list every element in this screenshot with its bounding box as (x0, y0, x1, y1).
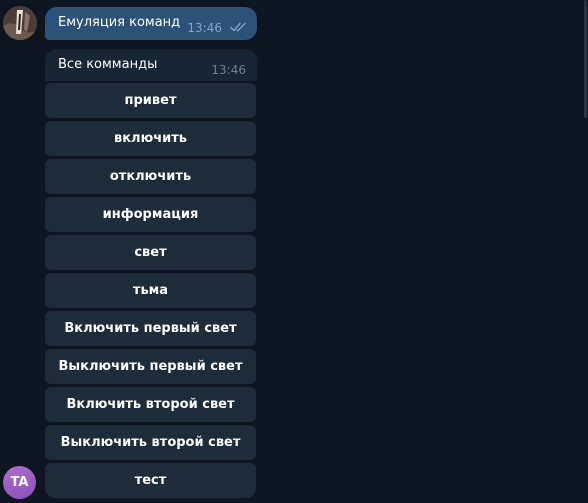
keyboard-button-vyklyuchit-perviy-svet[interactable]: Выключить первый свет (45, 349, 256, 384)
user-avatar[interactable] (3, 6, 37, 40)
keyboard-button-svet[interactable]: свет (45, 235, 256, 270)
keyboard-button-test[interactable]: тест (45, 463, 256, 498)
outgoing-message-text: Емуляция команд (58, 15, 181, 30)
double-check-icon (230, 22, 246, 32)
keyboard-button-vyklyuchit-vtoroy-svet[interactable]: Выключить второй свет (45, 425, 256, 460)
keyboard-button-privet[interactable]: привет (45, 83, 256, 118)
outgoing-message[interactable]: Емуляция команд 13:46 (45, 7, 257, 40)
outgoing-message-time: 13:46 (187, 21, 222, 35)
scrollbar[interactable] (584, 0, 587, 118)
keyboard-button-vklyuchit[interactable]: включить (45, 121, 256, 156)
incoming-message[interactable]: Все комманды 13:46 (45, 49, 257, 81)
keyboard-button-informatsiya[interactable]: информация (45, 197, 256, 232)
bot-avatar-initials: TA (10, 475, 29, 490)
incoming-message-text: Все комманды (58, 57, 158, 72)
keyboard-button-vklyuchit-perviy-svet[interactable]: Включить первый свет (45, 311, 256, 346)
keyboard-button-vklyuchit-vtoroy-svet[interactable]: Включить второй свет (45, 387, 256, 422)
inline-keyboard: привет включить отключить информация све… (45, 83, 256, 501)
user-avatar-image (3, 6, 37, 40)
chat-window: Емуляция команд 13:46 Все комманды 13:46… (0, 0, 588, 503)
keyboard-button-tma[interactable]: тьма (45, 273, 256, 308)
keyboard-button-otklyuchit[interactable]: отключить (45, 159, 256, 194)
bot-avatar[interactable]: TA (3, 466, 36, 499)
incoming-message-time: 13:46 (211, 63, 246, 77)
